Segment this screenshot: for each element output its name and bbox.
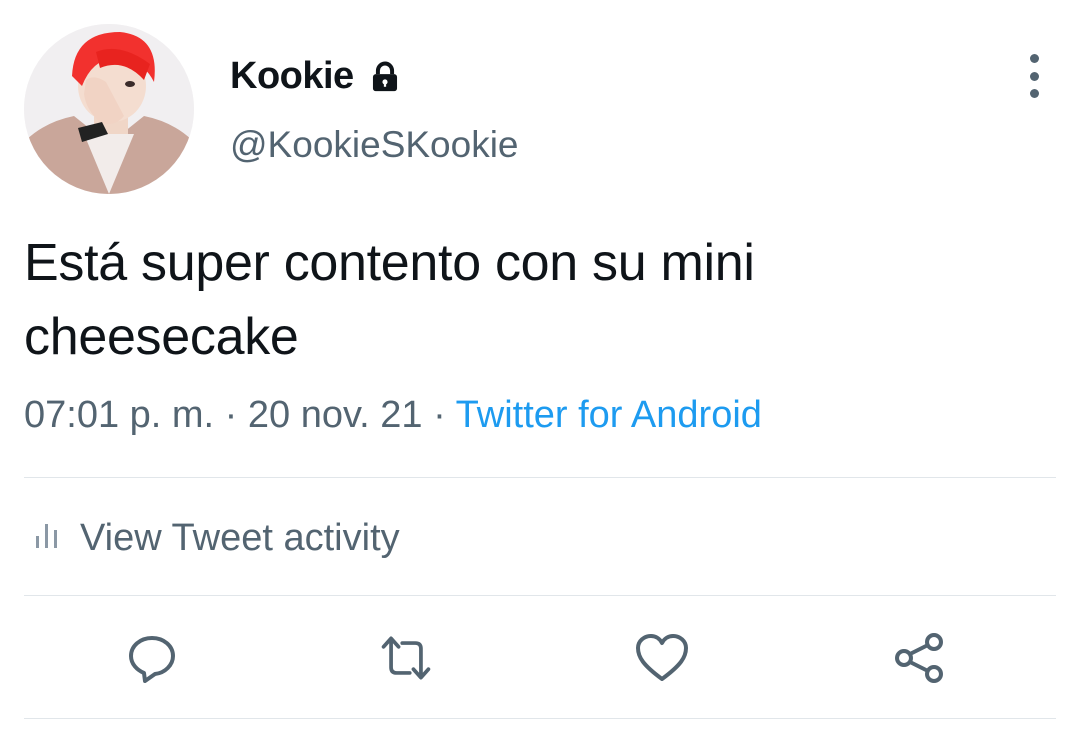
tweet-date[interactable]: 20 nov. 21: [248, 394, 423, 436]
activity-label: View Tweet activity: [80, 516, 400, 559]
retweet-button[interactable]: [378, 630, 434, 686]
more-options-icon[interactable]: [1018, 54, 1050, 98]
divider: [24, 477, 1056, 478]
view-tweet-activity-link[interactable]: View Tweet activity: [34, 512, 400, 564]
retweet-icon: [381, 636, 431, 680]
tweet-time[interactable]: 07:01 p. m.: [24, 394, 214, 436]
author-display-name[interactable]: Kookie: [230, 52, 402, 100]
tweet-metadata: 07:01 p. m. · 20 nov. 21 · Twitter for A…: [24, 394, 762, 437]
more-dot: [1029, 54, 1039, 63]
share-button[interactable]: [892, 630, 948, 686]
author-handle[interactable]: @KookieSKookie: [230, 124, 519, 166]
lock-icon: [368, 60, 402, 94]
share-icon: [895, 633, 943, 683]
like-button[interactable]: [634, 630, 690, 686]
more-dot: [1029, 71, 1039, 81]
avatar[interactable]: [24, 24, 194, 194]
tweet-source-link[interactable]: Twitter for Android: [456, 394, 762, 436]
divider: [24, 718, 1056, 719]
meta-separator: ·: [214, 394, 248, 436]
heart-icon: [636, 634, 688, 681]
display-name-text: Kookie: [230, 54, 354, 97]
bar-chart-icon: [34, 517, 60, 560]
tweet-text: Está super contento con su mini cheeseca…: [24, 234, 755, 366]
reply-button[interactable]: [124, 630, 180, 686]
meta-separator: ·: [422, 394, 456, 436]
divider: [24, 595, 1056, 596]
more-dot: [1029, 89, 1039, 98]
reply-icon: [129, 636, 175, 683]
